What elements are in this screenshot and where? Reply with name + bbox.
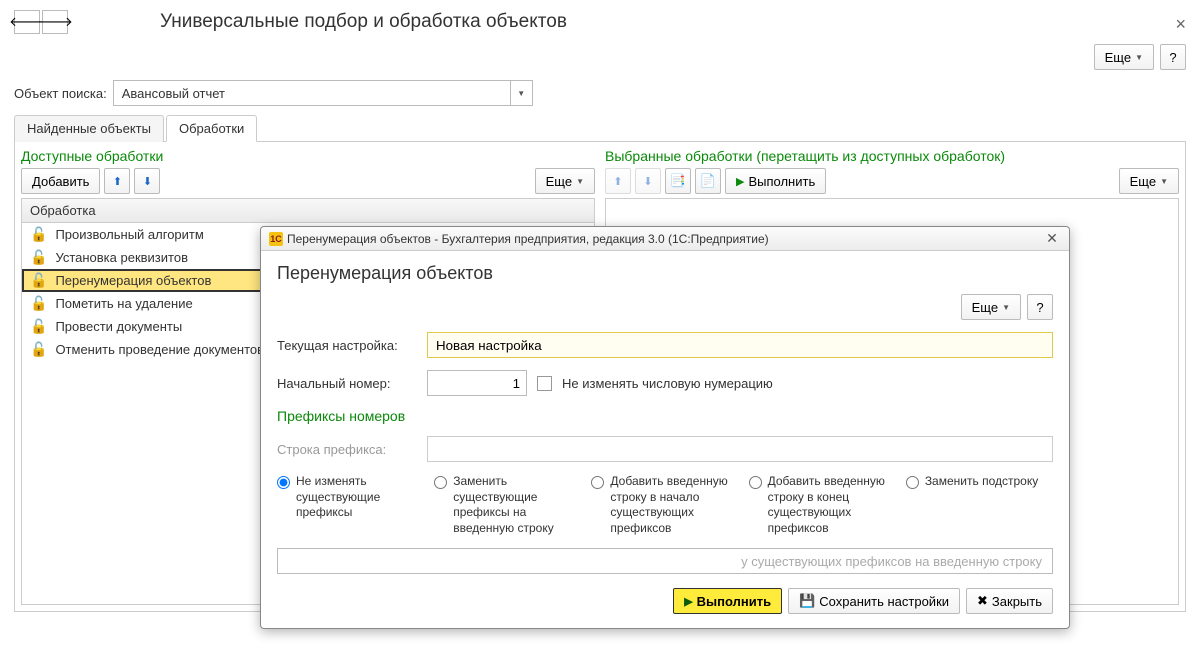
duplicate-button[interactable]: 📄 xyxy=(695,168,721,194)
processing-icon: 🔓 xyxy=(30,272,47,289)
radio-append[interactable]: Добавить введенную строку в конец сущест… xyxy=(749,474,896,536)
radio-no-change[interactable]: Не изменять существующие префиксы xyxy=(277,474,424,521)
move-up-button[interactable]: ⬆ xyxy=(104,168,130,194)
current-setting-input[interactable] xyxy=(427,332,1053,358)
add-button[interactable]: Добавить xyxy=(21,168,100,194)
execute-button-dialog[interactable]: ▶ Выполнить xyxy=(673,588,782,614)
window-close-icon[interactable]: × xyxy=(1175,14,1186,35)
radio-prepend[interactable]: Добавить введенную строку в начало сущес… xyxy=(591,474,738,536)
tab-found-objects[interactable]: Найденные объекты xyxy=(14,115,164,142)
available-title: Доступные обработки xyxy=(21,148,595,164)
prefixes-heading: Префиксы номеров xyxy=(277,408,1053,424)
page-title: Универсальные подбор и обработка объекто… xyxy=(160,11,567,33)
processing-icon: 🔓 xyxy=(30,341,47,358)
no-change-numeric-checkbox[interactable] xyxy=(537,376,552,391)
dialog-more-button[interactable]: Еще ▼ xyxy=(961,294,1021,320)
chevron-down-icon: ▼ xyxy=(1135,53,1143,62)
start-number-input[interactable] xyxy=(427,370,527,396)
prefix-string-input[interactable] xyxy=(427,436,1053,462)
substring-input[interactable]: у существующих префиксов на введенную ст… xyxy=(277,548,1053,574)
processing-icon: 🔓 xyxy=(30,226,47,243)
move-up-button-right[interactable]: ⬆ xyxy=(605,168,631,194)
more-button-right[interactable]: Еще ▼ xyxy=(1119,168,1179,194)
move-down-button[interactable]: ⬇ xyxy=(134,168,160,194)
chevron-down-icon: ▼ xyxy=(576,177,584,186)
play-icon: ▶ xyxy=(684,595,692,608)
search-label: Объект поиска: xyxy=(14,86,107,101)
list-header: Обработка xyxy=(22,199,594,223)
more-button[interactable]: Еще ▼ xyxy=(1094,44,1154,70)
prefix-string-label: Строка префикса: xyxy=(277,442,417,457)
no-change-numeric-label: Не изменять числовую нумерацию xyxy=(562,376,773,391)
chevron-down-icon: ▼ xyxy=(1160,177,1168,186)
processing-icon: 🔓 xyxy=(30,249,47,266)
close-icon[interactable]: ✕ xyxy=(1043,230,1061,247)
move-down-button-right[interactable]: ⬇ xyxy=(635,168,661,194)
back-button[interactable]: 🡐 xyxy=(14,10,40,34)
dialog-titlebar[interactable]: 1С Перенумерация объектов - Бухгалтерия … xyxy=(261,227,1069,251)
play-icon: ▶ xyxy=(736,175,744,188)
selected-title: Выбранные обработки (перетащить из досту… xyxy=(605,148,1179,164)
processing-icon: 🔓 xyxy=(30,295,47,312)
dialog-help-button[interactable]: ? xyxy=(1027,294,1053,320)
app-logo-icon: 1С xyxy=(269,232,283,246)
radio-substr[interactable]: Заменить подстроку xyxy=(906,474,1053,490)
chevron-down-icon[interactable]: ▼ xyxy=(510,81,532,105)
save-settings-button[interactable]: 💾 Сохранить настройки xyxy=(788,588,960,614)
processing-icon: 🔓 xyxy=(30,318,47,335)
forward-button[interactable]: 🡒 xyxy=(42,10,68,34)
more-button-left[interactable]: Еще ▼ xyxy=(535,168,595,194)
dialog-heading: Перенумерация объектов xyxy=(277,263,1053,284)
search-object-combo[interactable]: Авансовый отчет ▼ xyxy=(113,80,533,106)
save-icon: 💾 xyxy=(799,593,815,609)
help-button[interactable]: ? xyxy=(1160,44,1186,70)
current-setting-label: Текущая настройка: xyxy=(277,338,417,353)
radio-replace[interactable]: Заменить существующие префиксы на введен… xyxy=(434,474,581,536)
start-number-label: Начальный номер: xyxy=(277,376,417,391)
close-icon: ✖ xyxy=(977,593,988,609)
chevron-down-icon: ▼ xyxy=(1002,303,1010,312)
tab-processing[interactable]: Обработки xyxy=(166,115,257,142)
renumeration-dialog: 1С Перенумерация объектов - Бухгалтерия … xyxy=(260,226,1070,629)
close-button[interactable]: ✖ Закрыть xyxy=(966,588,1053,614)
execute-button[interactable]: ▶ Выполнить xyxy=(725,168,826,194)
copy-button[interactable]: 📑 xyxy=(665,168,691,194)
